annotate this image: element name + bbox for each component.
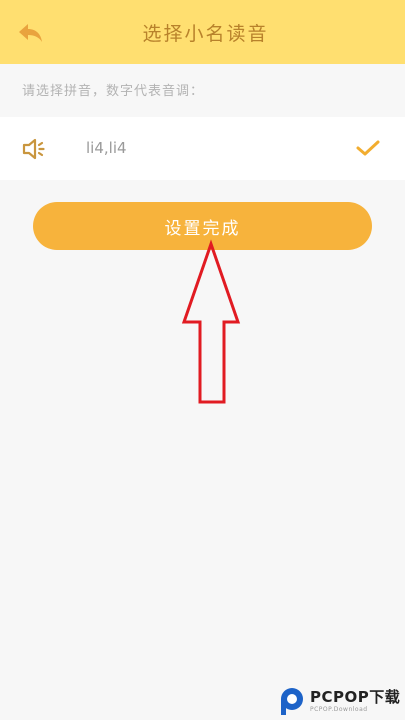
speaker-icon (22, 138, 45, 160)
speaker-button[interactable] (22, 137, 48, 161)
top-bar: 选择小名读音 (0, 0, 405, 64)
back-arrow-icon (19, 24, 42, 42)
pcpop-logo-icon (281, 688, 303, 715)
page-title: 选择小名读音 (142, 22, 269, 45)
pinyin-label: li4,li4 (86, 139, 127, 157)
watermark: PCPOP下载 PCPOP.Download (278, 684, 402, 718)
red-up-arrow-icon (181, 239, 241, 404)
back-button[interactable] (16, 20, 46, 46)
pinyin-option-row[interactable]: li4,li4 (0, 117, 405, 180)
checkmark-icon (356, 140, 380, 156)
watermark-brand: PCPOP下载 (310, 687, 401, 706)
instruction-text: 请选择拼音，数字代表音调： (22, 84, 205, 99)
watermark-subtext: PCPOP.Download (310, 705, 368, 713)
